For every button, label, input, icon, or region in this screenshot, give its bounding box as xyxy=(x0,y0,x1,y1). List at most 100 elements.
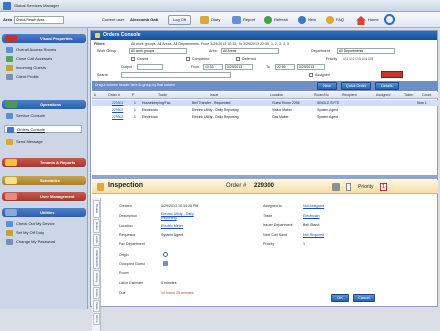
from-date-input[interactable]: 3/29/2013 xyxy=(225,64,253,70)
sidebar-item-change-password[interactable]: Change My Password xyxy=(6,238,55,246)
sidebar-item-client-profile[interactable]: Client Profile xyxy=(6,73,39,81)
field-label: Origin xyxy=(119,253,129,257)
document-icon[interactable] xyxy=(346,183,351,191)
priority-checkboxes[interactable]: ☑1 ☑2 ☑3 ☑4 ☑5 xyxy=(343,57,373,61)
utilities-icon xyxy=(5,209,17,216)
sidebar-item-access-rooms[interactable]: Overall Access Rooms xyxy=(6,46,56,54)
order-issue: Electric Utility - Daily Reporting xyxy=(192,115,239,119)
sidebar-section-utilities[interactable]: Utilities xyxy=(2,208,86,217)
field-description[interactable]: Electric Utility - Daily Reporting xyxy=(161,212,201,220)
sidebar-section-schedules[interactable]: Schedules xyxy=(2,176,86,185)
output-select[interactable] xyxy=(137,64,163,70)
filters-label[interactable]: Filters xyxy=(94,42,105,46)
new-button[interactable]: New xyxy=(308,17,316,22)
table-row[interactable]: 229303 1 Electrician Electric Utility - … xyxy=(92,114,438,120)
column-header[interactable]: Assigned xyxy=(376,92,390,99)
field-label: Fax Department xyxy=(119,242,145,246)
column-header[interactable]: Recipient xyxy=(342,92,357,99)
splitter[interactable] xyxy=(92,175,438,179)
order-priority: 1 xyxy=(134,115,136,119)
refresh-icon[interactable] xyxy=(264,16,272,24)
sidebar-item-incoming-guests[interactable]: Incoming Guests xyxy=(6,64,46,72)
sidebar-item-close-call[interactable]: Close Call Accesses xyxy=(6,55,52,63)
order-trade: Electrician xyxy=(142,108,158,112)
tab-costs[interactable]: Costs xyxy=(93,287,100,299)
faq-icon[interactable] xyxy=(326,16,334,24)
sidebar-item-orders-console[interactable]: Orders Console xyxy=(4,125,82,133)
priority-label: Priority xyxy=(326,57,338,61)
log-off-button[interactable]: Log Off xyxy=(168,15,192,25)
diary-icon[interactable] xyxy=(200,16,209,24)
field-trade[interactable]: Electrician xyxy=(303,214,320,218)
column-header[interactable]: Order # xyxy=(108,92,120,99)
column-header[interactable]: Room/No xyxy=(314,92,329,99)
cancel-button[interactable]: Cancel xyxy=(353,294,375,302)
search-input[interactable] xyxy=(121,72,231,78)
tab-tasks[interactable]: Tasks xyxy=(93,300,100,312)
apply-filter-button[interactable] xyxy=(381,71,403,78)
field-assigned-to[interactable]: Not Assigned xyxy=(303,204,324,208)
area-filter-select[interactable]: All Areas xyxy=(221,48,279,54)
order-number[interactable]: 229303 xyxy=(112,114,123,120)
area-select[interactable]: Check Reach Area xyxy=(14,16,64,24)
group-hint: Drag a column header here to group by th… xyxy=(95,83,176,87)
from-time-input[interactable]: 10:33 xyxy=(203,64,223,70)
column-header[interactable]: Taken xyxy=(404,92,413,99)
home-button[interactable]: Home xyxy=(368,17,379,22)
column-header[interactable]: # xyxy=(94,92,96,99)
table-row[interactable]: 229302 1 Electrician Electric Utility - … xyxy=(92,107,438,113)
column-header[interactable]: Trade xyxy=(158,92,167,99)
field-label: Priority xyxy=(263,242,275,246)
sidebar-section-user-management[interactable]: User Management xyxy=(2,192,86,201)
sidebar-item-off-duty[interactable]: Set My Off Duty xyxy=(6,229,44,237)
sidebar-item-service-console[interactable]: Service Console xyxy=(6,112,45,120)
sidebar-section-title: Schedules xyxy=(40,178,61,183)
department-select[interactable]: All Departments xyxy=(337,48,395,54)
to-date-input[interactable]: 3/29/2013 xyxy=(297,64,325,70)
diary-button[interactable]: Diary xyxy=(211,17,220,22)
sidebar-section-operations[interactable]: Operations xyxy=(2,100,86,109)
column-header[interactable]: Location xyxy=(270,92,283,99)
tab-links[interactable]: Links xyxy=(93,234,100,246)
origin-icon[interactable] xyxy=(163,252,168,257)
guest-icon[interactable] xyxy=(163,261,168,266)
work-group-select[interactable]: All work groups xyxy=(129,48,187,54)
sidebar-item-send-message[interactable]: Send Message xyxy=(6,138,43,146)
ok-button[interactable]: OK xyxy=(331,294,349,302)
column-header[interactable]: P xyxy=(132,92,134,99)
from-label: From xyxy=(191,65,200,69)
refresh-button[interactable]: Refresh xyxy=(274,17,288,22)
report-icon[interactable] xyxy=(232,16,241,24)
completed-checkbox[interactable] xyxy=(186,57,190,61)
field-location[interactable]: Electric Meter xyxy=(161,224,183,228)
assigned-checkbox[interactable] xyxy=(309,73,313,77)
column-header[interactable]: Count xyxy=(422,92,431,99)
tab-notes[interactable]: Notes xyxy=(93,219,100,233)
sidebar-item-label: Overall Access Rooms xyxy=(16,47,57,52)
home-icon[interactable] xyxy=(356,16,366,25)
faq-button[interactable]: FAQ xyxy=(336,17,344,22)
tab-items[interactable]: Items xyxy=(93,313,100,325)
sidebar-item-check-out-device[interactable]: Check Out My Device xyxy=(6,220,55,228)
tab-details[interactable]: Details xyxy=(93,200,100,218)
tab-attachments[interactable]: Attachments xyxy=(93,247,100,269)
sidebar-section-visual[interactable]: Visual Properties xyxy=(2,34,86,43)
order-number[interactable]: 229301 xyxy=(112,100,123,106)
sidebar-section-tenants[interactable]: Tenants & Reports xyxy=(2,158,86,167)
new-icon[interactable] xyxy=(298,16,306,24)
calendar-icon xyxy=(5,177,17,184)
order-number[interactable]: 229302 xyxy=(112,107,123,113)
field-next-call[interactable]: Not Required xyxy=(303,233,324,237)
quick-order-button[interactable]: Quick Order xyxy=(341,82,371,90)
tab-history[interactable]: History xyxy=(93,270,100,286)
print-icon[interactable] xyxy=(332,183,340,191)
field-label: Due xyxy=(119,291,126,295)
new-order-button[interactable]: New xyxy=(317,82,337,90)
deferred-checkbox[interactable] xyxy=(236,57,240,61)
column-header[interactable]: Issue xyxy=(210,92,218,99)
table-row[interactable]: 229301 1 Housekeeping/Fac. Bell Transfer… xyxy=(92,100,438,106)
to-time-input[interactable]: 22:59 xyxy=(275,64,295,70)
report-button[interactable]: Report xyxy=(243,17,255,22)
details-button[interactable]: Details xyxy=(375,82,399,90)
closed-checkbox[interactable] xyxy=(131,57,135,61)
